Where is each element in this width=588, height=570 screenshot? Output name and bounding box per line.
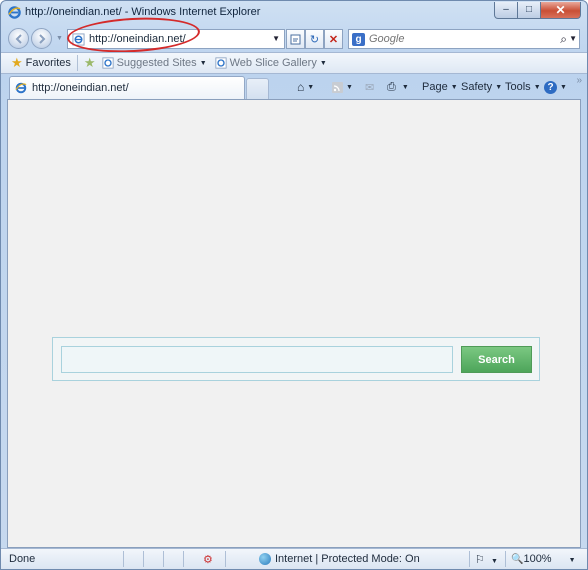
printer-icon: ⎙ [387, 80, 396, 93]
suggested-sites-link[interactable]: Suggested Sites ▼ [101, 57, 207, 69]
refresh-button[interactable]: ↻ [305, 29, 324, 49]
tools-menu-dropdown-icon: ▼ [533, 83, 541, 91]
safety-menu-dropdown-icon: ▼ [495, 83, 503, 91]
tab-ie-icon [15, 82, 27, 94]
zoom-magnifier-icon: 🔍 [511, 554, 524, 565]
print-dropdown-icon: ▼ [401, 83, 409, 91]
search-input[interactable] [369, 33, 549, 45]
search-bar[interactable]: g ⌕ ▼ [348, 29, 580, 49]
stop-icon: ✕ [328, 33, 339, 46]
zoom-dropdown-icon: ▼ [568, 557, 576, 564]
page-search-input[interactable] [61, 346, 453, 373]
compatibility-view-icon [290, 34, 301, 44]
tab-row: http://oneindian.net/ ⌂ ▼ ▼ ✉ ⎙ ▼ Page ▼ [1, 75, 587, 99]
compatibility-view-button[interactable] [286, 29, 305, 49]
tools-menu[interactable]: Tools ▼ [505, 79, 541, 95]
status-separator [183, 551, 184, 567]
status-separator [469, 551, 470, 567]
suggested-sites-label: Suggested Sites [116, 57, 197, 69]
refresh-icon: ↻ [309, 33, 320, 46]
help-dropdown-icon: ▼ [560, 83, 567, 91]
tab-label: http://oneindian.net/ [32, 82, 129, 94]
tab-current[interactable]: http://oneindian.net/ [9, 76, 245, 99]
status-options-dropdown-icon: ▼ [490, 558, 498, 565]
page-menu-dropdown-icon: ▼ [450, 83, 458, 91]
search-button[interactable]: Search [461, 346, 532, 373]
window-title: http://oneindian.net/ - Windows Internet… [25, 6, 261, 18]
add-favorite-icon: ★ [83, 55, 96, 70]
web-slice-gallery-link[interactable]: Web Slice Gallery ▼ [215, 57, 327, 69]
page-content: Search [7, 99, 581, 548]
window-controls: – □ ✕ [494, 2, 581, 19]
favorites-button[interactable]: ★ Favorites [11, 55, 71, 71]
security-zone-label: Internet | Protected Mode: On [275, 553, 420, 565]
web-slice-gallery-dropdown-icon: ▼ [319, 59, 327, 67]
safety-menu-label: Safety [461, 81, 493, 93]
favorites-star-icon: ★ [11, 55, 23, 70]
favorites-bar: ★ Favorites ★ Suggested Sites ▼ Web Slic… [1, 52, 587, 74]
web-slice-gallery-icon [215, 57, 227, 69]
tools-menu-label: Tools [505, 81, 531, 93]
status-separator [143, 551, 144, 567]
close-button[interactable]: ✕ [541, 2, 581, 19]
feeds-button[interactable]: ▼ [332, 79, 353, 95]
home-button[interactable]: ⌂ ▼ [297, 79, 314, 95]
favorites-label: Favorites [25, 57, 71, 69]
print-button[interactable]: ⎙ ▼ [387, 79, 409, 95]
page-menu-label: Page [422, 81, 448, 93]
home-dropdown-icon: ▼ [307, 83, 315, 91]
rss-feed-icon [332, 81, 343, 93]
ie-logo-icon [8, 6, 21, 19]
zoom-level-button[interactable]: 🔍100% ▼ [511, 553, 576, 565]
forward-button[interactable] [31, 28, 52, 49]
home-icon: ⌂ [297, 80, 305, 94]
zoom-level-label: 100% [523, 553, 552, 565]
ie-page-icon [72, 32, 85, 46]
minimize-button[interactable]: – [494, 2, 518, 19]
browser-window: http://oneindian.net/ - Windows Internet… [0, 0, 588, 570]
address-dropdown-icon[interactable]: ▼ [272, 34, 280, 43]
internet-globe-icon [259, 553, 271, 566]
page-menu[interactable]: Page ▼ [422, 79, 458, 95]
google-icon: g [352, 32, 365, 46]
help-icon: ? [544, 80, 557, 94]
stop-button[interactable]: ✕ [324, 29, 343, 49]
recent-pages-dropdown-icon[interactable]: ▼ [56, 35, 63, 42]
toolbar-overflow-chevron-icon[interactable]: » [576, 75, 582, 86]
forward-arrow-icon [38, 33, 45, 44]
search-options-dropdown-icon[interactable]: ▼ [569, 34, 577, 43]
address-bar[interactable]: ▼ [67, 29, 285, 49]
favorites-separator [76, 55, 78, 71]
maximize-button[interactable]: □ [518, 2, 541, 19]
suggested-sites-dropdown-icon: ▼ [199, 59, 207, 67]
help-button[interactable]: ? ▼ [544, 79, 567, 95]
feeds-dropdown-icon: ▼ [346, 83, 353, 91]
status-separator [123, 551, 124, 567]
title-bar: http://oneindian.net/ - Windows Internet… [1, 1, 587, 25]
privacy-report-icon[interactable]: ⚙ [203, 553, 213, 566]
search-icon[interactable]: ⌕ [560, 32, 567, 47]
change-status-bar-button[interactable]: ⚐ ▼ [475, 553, 498, 566]
navigation-bar: ▼ ▼ ↻ ✕ g ⌕ ▼ [1, 25, 587, 51]
address-input[interactable] [89, 31, 269, 47]
safety-menu[interactable]: Safety ▼ [461, 79, 502, 95]
mail-icon: ✉ [365, 81, 375, 94]
status-text: Done [9, 553, 36, 565]
status-separator [225, 551, 226, 567]
new-tab-button[interactable] [246, 78, 269, 99]
back-button[interactable] [8, 28, 29, 49]
back-arrow-icon [15, 33, 22, 44]
search-panel: Search [52, 337, 540, 381]
add-to-favorites-bar-button[interactable]: ★ [84, 55, 96, 71]
suggested-sites-icon [101, 57, 114, 69]
security-zone[interactable]: Internet | Protected Mode: On [259, 553, 420, 566]
status-separator [163, 551, 164, 567]
read-mail-button[interactable]: ✉ [365, 79, 374, 95]
status-separator [505, 551, 506, 567]
web-slice-gallery-label: Web Slice Gallery [229, 57, 317, 69]
status-bar: Done ⚙ Internet | Protected Mode: On ⚐ ▼… [1, 548, 587, 569]
status-options-icon: ⚐ [475, 554, 485, 566]
